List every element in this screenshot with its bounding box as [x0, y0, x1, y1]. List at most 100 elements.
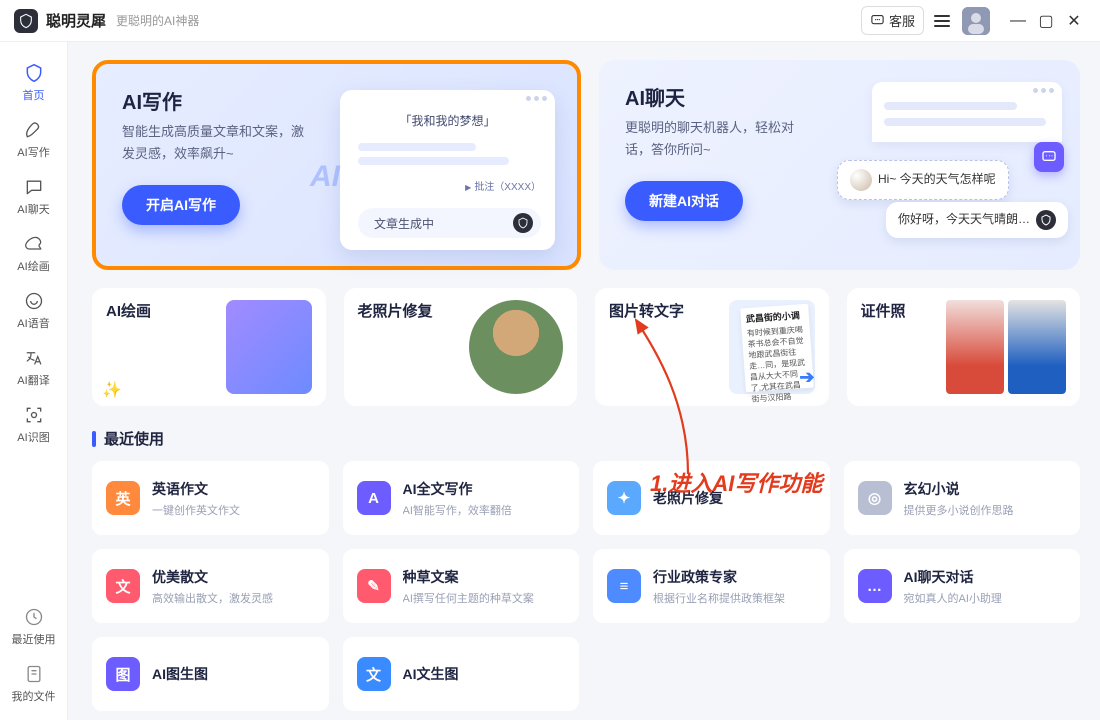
- sidebar-item-label: AI语音: [17, 315, 49, 331]
- hero-chat-desc: 更聪明的聊天机器人，轻松对话，答你所问~: [625, 117, 815, 161]
- feature-ocr[interactable]: 图片转文字 武昌街的小调有时候到重庆喝茶书总会不自觉地跟武昌街往走…同，是现武昌…: [595, 288, 829, 406]
- sidebar-item-label: AI绘画: [17, 258, 49, 274]
- feature-ai-paint[interactable]: AI绘画 ✨: [92, 288, 326, 406]
- recent-card[interactable]: ✦老照片修复: [593, 461, 830, 535]
- chat-bubble-user: Hi~ 今天的天气怎样呢: [837, 160, 1009, 200]
- feature-id-photo[interactable]: 证件照: [847, 288, 1081, 406]
- window-close-icon[interactable]: ✕: [1060, 7, 1088, 35]
- app-name: 聪明灵犀: [46, 10, 106, 31]
- hero-ai-chat[interactable]: AI聊天 更聪明的聊天机器人，轻松对话，答你所问~ 新建AI对话 Hi~ 今天的…: [599, 60, 1080, 270]
- translate-icon: [23, 347, 45, 369]
- home-icon: [23, 62, 45, 84]
- recent-card[interactable]: ◎ 玄幻小说提供更多小说创作思路: [844, 461, 1081, 535]
- feature-title: AI绘画: [106, 300, 151, 321]
- write-preview-title: 「我和我的梦想」: [340, 90, 555, 129]
- card-icon: 英: [106, 481, 140, 515]
- id-photo-thumb: [1008, 300, 1066, 394]
- user-avatar[interactable]: [962, 7, 990, 35]
- window-minimize-icon[interactable]: —: [1004, 7, 1032, 35]
- recent-card[interactable]: … AI聊天对话宛如真人的AI小助理: [844, 549, 1081, 623]
- sidebar-item-write[interactable]: AI写作: [5, 111, 63, 168]
- sidebar-item-paint[interactable]: AI绘画: [5, 225, 63, 282]
- feature-title: 老照片修复: [358, 300, 433, 321]
- arrow-icon: ➔: [799, 367, 814, 388]
- sidebar-item-label: AI翻译: [17, 372, 49, 388]
- slip-title: 武昌街的小调: [745, 308, 804, 325]
- sidebar-item-label: AI聊天: [17, 201, 49, 217]
- write-preview-note: 批注（XXXX）: [465, 178, 541, 193]
- recent-card[interactable]: ≡ 行业政策专家根据行业名称提供政策框架: [593, 549, 830, 623]
- start-write-button[interactable]: 开启AI写作: [122, 185, 240, 225]
- card-title: AI全文写作: [403, 479, 566, 499]
- sidebar-item-recent[interactable]: 最近使用: [5, 598, 63, 655]
- chat-preview-panel: Hi~ 今天的天气怎样呢 你好呀，今天天气晴朗…: [837, 82, 1062, 252]
- card-subtitle: 一键创作英文作文: [152, 502, 315, 518]
- card-subtitle: 宛如真人的AI小助理: [904, 590, 1067, 606]
- card-title: AI图生图: [152, 664, 315, 684]
- pen-icon: [23, 119, 45, 141]
- feature-title: 图片转文字: [609, 300, 684, 321]
- app-logo: [14, 9, 38, 33]
- sidebar-item-files[interactable]: 我的文件: [5, 655, 63, 712]
- recent-card[interactable]: ✎种草文案AI撰写任何主题的种草文案: [343, 549, 580, 623]
- write-preview-panel: 「我和我的梦想」 AI 批注（XXXX） 文章生成中: [340, 90, 555, 250]
- sidebar-item-chat[interactable]: AI聊天: [5, 168, 63, 225]
- menu-icon[interactable]: [934, 15, 950, 27]
- card-subtitle: 高效输出散文，激发灵感: [152, 590, 315, 606]
- sidebar-item-translate[interactable]: AI翻译: [5, 339, 63, 396]
- card-title: AI文生图: [403, 664, 566, 684]
- avatar-icon: [850, 169, 872, 191]
- recent-card[interactable]: 图AI图生图: [92, 637, 329, 711]
- card-icon: 文: [357, 657, 391, 691]
- file-icon: [23, 663, 45, 685]
- card-title: 玄幻小说: [904, 479, 1067, 499]
- recent-grid: 英英语作文一键创作英文作文AAI全文写作AI智能写作，效率翻倍✦老照片修复◎玄幻…: [92, 461, 1080, 711]
- sidebar-item-label: 首页: [23, 87, 45, 103]
- write-preview-status: 文章生成中: [358, 208, 541, 238]
- sidebar-item-label: AI写作: [17, 144, 49, 160]
- window-maximize-icon[interactable]: ▢: [1032, 7, 1060, 35]
- recent-card[interactable]: 文优美散文高效输出散文，激发灵感: [92, 549, 329, 623]
- scan-icon: [23, 404, 45, 426]
- sidebar-item-scan[interactable]: AI识图: [5, 396, 63, 453]
- card-title: AI聊天对话: [904, 567, 1067, 587]
- chat-bubble-icon: [870, 13, 885, 28]
- slip-body: 有时候到重庆喝茶书总会不自觉地跟武昌街往走…同，是现武昌从大大不同了,尤其在武昌…: [746, 325, 805, 404]
- recent-card[interactable]: AAI全文写作AI智能写作，效率翻倍: [343, 461, 580, 535]
- sidebar-item-label: 我的文件: [12, 688, 56, 704]
- card-title: 行业政策专家: [653, 567, 816, 587]
- ai-watermark: AI: [310, 160, 340, 194]
- sidebar-item-home[interactable]: 首页: [5, 54, 63, 111]
- photo-thumb: [469, 300, 563, 394]
- recent-section-title: 最近使用: [92, 428, 1080, 449]
- card-icon: ◎: [858, 481, 892, 515]
- logo-badge-icon: [1036, 210, 1056, 230]
- hero-ai-write[interactable]: AI写作 智能生成高质量文章和文案，激发灵感，效率飙升~ 开启AI写作 「我和我…: [92, 60, 581, 270]
- support-button[interactable]: 客服: [861, 6, 924, 35]
- sidebar-item-voice[interactable]: AI语音: [5, 282, 63, 339]
- id-photo-thumb: [946, 300, 1004, 394]
- card-subtitle: 提供更多小说创作思路: [904, 502, 1067, 518]
- card-title: 优美散文: [152, 567, 315, 587]
- card-icon: ✎: [357, 569, 391, 603]
- titlebar: 聪明灵犀 更聪明的AI神器 客服 — ▢ ✕: [0, 0, 1100, 42]
- support-label: 客服: [889, 11, 915, 30]
- card-icon: ✦: [607, 481, 641, 515]
- card-icon: A: [357, 481, 391, 515]
- card-icon: ≡: [607, 569, 641, 603]
- feature-photo-restore[interactable]: 老照片修复: [344, 288, 578, 406]
- new-chat-button[interactable]: 新建AI对话: [625, 181, 743, 221]
- chat-bubble-ai: 你好呀，今天天气晴朗…: [886, 202, 1068, 238]
- recent-card[interactable]: 文 AI文生图: [343, 637, 580, 711]
- card-subtitle: AI撰写任何主题的种草文案: [403, 590, 566, 606]
- sidebar-item-label: AI识图: [17, 429, 49, 445]
- card-icon: …: [858, 569, 892, 603]
- card-icon: 文: [106, 569, 140, 603]
- main-content: AI写作 智能生成高质量文章和文案，激发灵感，效率飙升~ 开启AI写作 「我和我…: [68, 42, 1100, 720]
- card-subtitle: 根据行业名称提供政策框架: [653, 590, 816, 606]
- app-tagline: 更聪明的AI神器: [116, 12, 199, 29]
- sidebar: 首页 AI写作 AI聊天 AI绘画 AI语音 AI翻译 AI识图 最: [0, 42, 68, 720]
- recent-card[interactable]: 英英语作文一键创作英文作文: [92, 461, 329, 535]
- chat-icon: [23, 176, 45, 198]
- chat-float-icon: [1034, 142, 1064, 172]
